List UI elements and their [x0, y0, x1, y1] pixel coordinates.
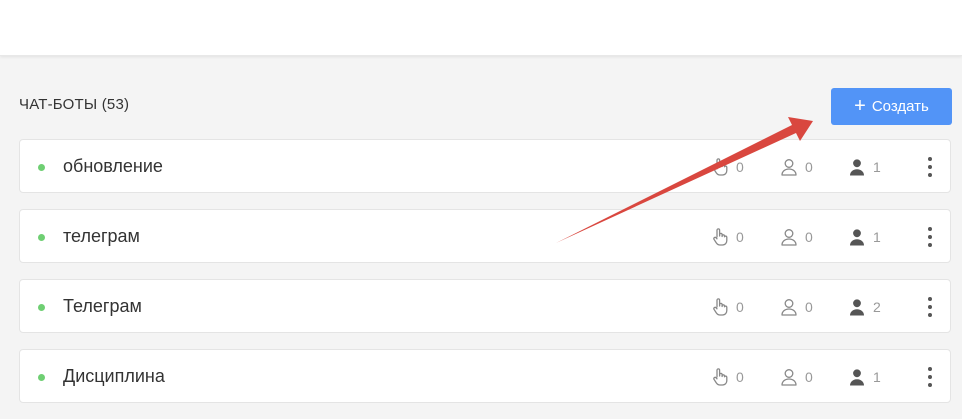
- section-title: ЧАТ-БОТЫ (53): [19, 96, 130, 113]
- admins-stat: 1: [847, 227, 881, 247]
- user-filled-icon: [847, 297, 867, 317]
- more-options-icon[interactable]: [922, 227, 938, 247]
- create-button-label: Создать: [871, 98, 929, 115]
- bot-row[interactable]: Дисциплина 0 0 1: [19, 349, 951, 403]
- user-outline-icon: [779, 157, 799, 177]
- pointer-hand-icon: [710, 227, 730, 247]
- user-outline-icon: [779, 367, 799, 387]
- clicks-stat: 0: [710, 157, 744, 177]
- subscribers-stat: 0: [779, 157, 813, 177]
- top-header-bar: [0, 0, 962, 56]
- clicks-stat: 0: [710, 367, 744, 387]
- user-outline-icon: [779, 297, 799, 317]
- subscribers-stat: 0: [779, 227, 813, 247]
- clicks-count: 0: [736, 299, 744, 315]
- admins-count: 1: [873, 159, 881, 175]
- clicks-stat: 0: [710, 227, 744, 247]
- bot-row[interactable]: Телеграм 0 0 2: [19, 279, 951, 333]
- user-outline-icon: [779, 227, 799, 247]
- user-filled-icon: [847, 367, 867, 387]
- bot-name[interactable]: Дисциплина: [63, 366, 165, 387]
- more-options-icon[interactable]: [922, 297, 938, 317]
- clicks-count: 0: [736, 369, 744, 385]
- status-dot: [38, 374, 45, 381]
- subscribers-count: 0: [805, 299, 813, 315]
- bot-name[interactable]: обновление: [63, 156, 163, 177]
- bot-row[interactable]: обновление 0 0 1: [19, 139, 951, 193]
- user-filled-icon: [847, 227, 867, 247]
- plus-icon: +: [854, 94, 866, 117]
- subscribers-count: 0: [805, 369, 813, 385]
- pointer-hand-icon: [710, 367, 730, 387]
- subscribers-stat: 0: [779, 297, 813, 317]
- admins-stat: 1: [847, 157, 881, 177]
- bot-row[interactable]: телеграм 0 0 1: [19, 209, 951, 263]
- admins-count: 1: [873, 369, 881, 385]
- bot-list: обновление 0 0 1 телеграм 0 0 1 Телеграм…: [19, 139, 951, 419]
- clicks-count: 0: [736, 159, 744, 175]
- subscribers-stat: 0: [779, 367, 813, 387]
- admins-count: 2: [873, 299, 881, 315]
- admins-count: 1: [873, 229, 881, 245]
- pointer-hand-icon: [710, 157, 730, 177]
- status-dot: [38, 164, 45, 171]
- subscribers-count: 0: [805, 229, 813, 245]
- clicks-stat: 0: [710, 297, 744, 317]
- status-dot: [38, 304, 45, 311]
- more-options-icon[interactable]: [922, 157, 938, 177]
- subscribers-count: 0: [805, 159, 813, 175]
- bot-name[interactable]: телеграм: [63, 226, 140, 247]
- bot-name[interactable]: Телеграм: [63, 296, 142, 317]
- create-button[interactable]: + Создать: [831, 88, 952, 125]
- admins-stat: 2: [847, 297, 881, 317]
- pointer-hand-icon: [710, 297, 730, 317]
- status-dot: [38, 234, 45, 241]
- clicks-count: 0: [736, 229, 744, 245]
- admins-stat: 1: [847, 367, 881, 387]
- user-filled-icon: [847, 157, 867, 177]
- more-options-icon[interactable]: [922, 367, 938, 387]
